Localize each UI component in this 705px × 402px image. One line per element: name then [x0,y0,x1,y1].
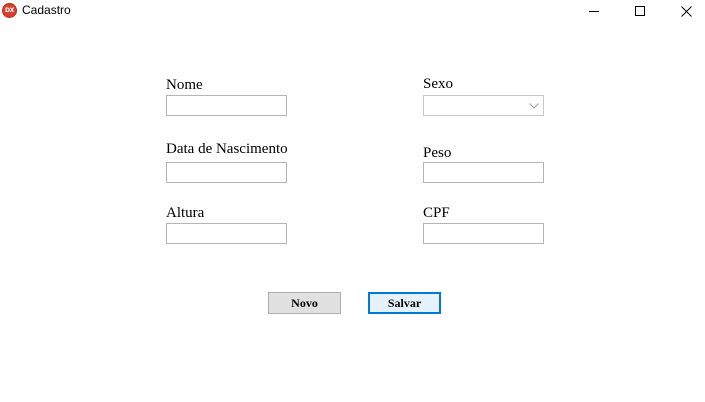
sexo-label: Sexo [423,76,453,92]
close-icon [680,5,692,17]
salvar-button[interactable]: Salvar [368,292,441,314]
title-bar: DX Cadastro [0,0,705,22]
altura-input[interactable] [166,223,287,244]
chevron-down-icon[interactable] [526,98,541,113]
novo-button[interactable]: Novo [268,292,341,314]
peso-label: Peso [423,145,452,161]
cpf-input[interactable] [423,223,544,244]
close-button[interactable] [663,0,705,22]
minimize-button[interactable] [571,0,617,22]
data-nascimento-input[interactable] [166,162,287,183]
window-title: Cadastro [22,3,71,17]
cpf-label: CPF [423,205,450,221]
nome-input[interactable] [166,95,287,116]
sexo-combobox[interactable] [423,95,544,116]
maximize-button[interactable] [617,0,663,22]
maximize-icon [635,6,645,16]
devexpress-dx-icon[interactable]: DX [2,3,17,18]
minimize-icon [589,11,599,12]
altura-label: Altura [166,205,205,221]
nome-label: Nome [166,77,203,93]
peso-input[interactable] [423,162,544,183]
data-nascimento-label: Data de Nascimento [166,141,288,157]
